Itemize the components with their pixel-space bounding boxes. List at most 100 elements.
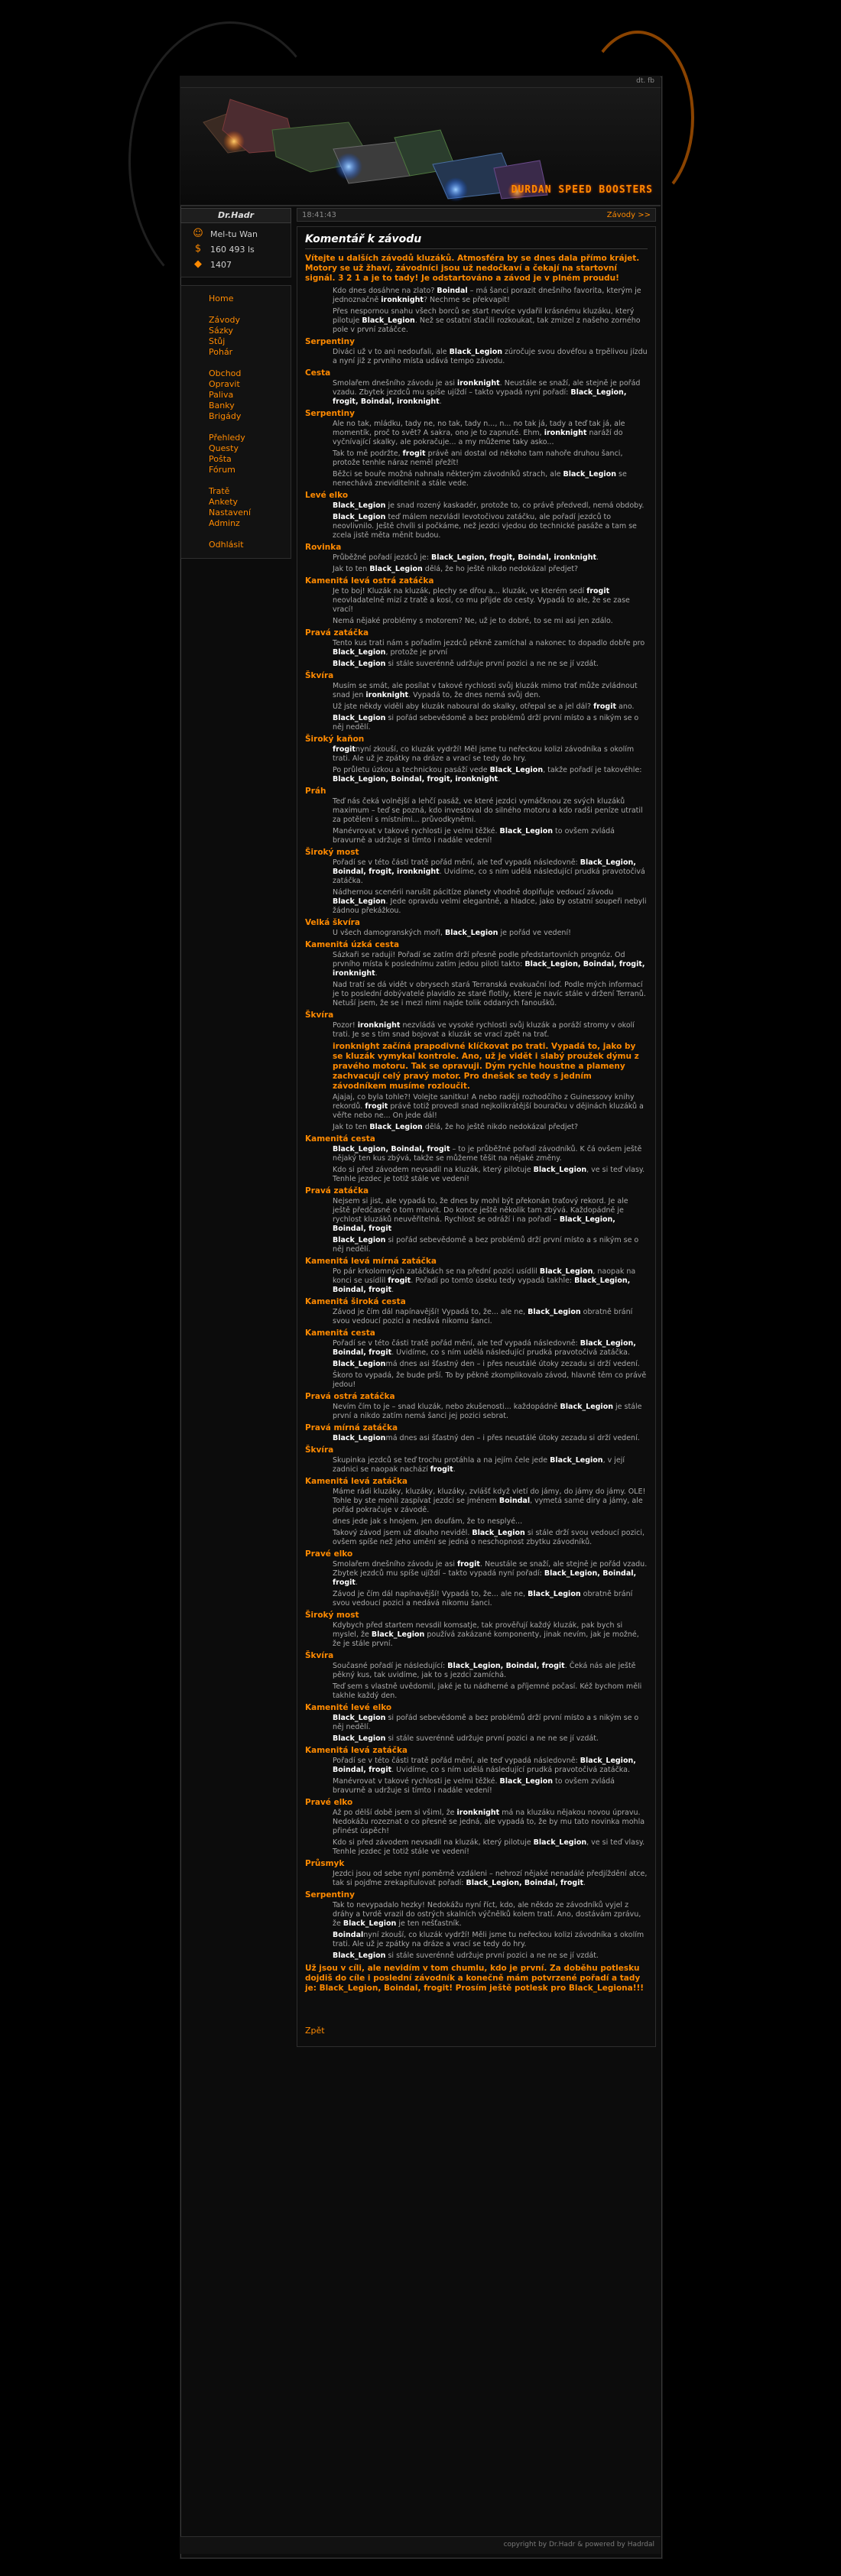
commentary-paragraph: Závod je čím dál napínavější! Vypadá to,… (333, 1308, 633, 1325)
commentary-paragraph: Tak to mě podržte, frogit právě ani dost… (333, 449, 623, 467)
intro-paragraphs: Kdo dnes dosáhne na zlato? Boindal – má … (305, 287, 648, 335)
track-section: Pravá zatáčka Tento kus trati nám s pořad… (305, 628, 648, 669)
menu-item-sazky[interactable]: Sázky (209, 326, 291, 336)
commentary-paragraph: Tento kus trati nám s pořadím jezdců pěk… (333, 639, 645, 657)
menu-item-opravit[interactable]: Opravit (209, 379, 291, 390)
track-section-name: Cesta (305, 368, 331, 378)
track-section: Kamenitá levá zatáčka Pořadí se v této čá… (305, 1746, 648, 1796)
stat-credits-value: 160 493 ls (210, 244, 255, 255)
page-title: Komentář k závodu (305, 233, 648, 249)
menu-item-odhlasit[interactable]: Odhlásit (209, 540, 291, 550)
track-section: Široký most Pořadí se v této části tratě … (305, 848, 648, 916)
track-section-name: Široký most (305, 848, 359, 857)
track-section-name: Škvíra (305, 1651, 334, 1660)
intro-paragraph: Kdo dnes dosáhne na zlato? Boindal – má … (333, 287, 641, 304)
track-section-name: Široký kaňon (305, 735, 365, 744)
track-section-name: Kamenitá cesta (305, 1329, 375, 1338)
commentary-paragraph: U všech damogranských mořl, Black_Legion… (333, 929, 571, 937)
commentary-paragraph: Black_Legion teď málem nezvládl levotoči… (333, 513, 637, 540)
track-section: Škvíra Musím se smát, ale posílat v takov… (305, 671, 648, 732)
menu-item-ankety[interactable]: Ankety (209, 497, 291, 508)
track-section: Serpentiny Ale no tak, mládku, tady ne, n… (305, 409, 648, 488)
track-section-name: Kamenitá úzká cesta (305, 940, 400, 949)
track-section: Škvíra Současné pořadí je následující: Bl… (305, 1651, 648, 1701)
menu-item-paliva[interactable]: Paliva (209, 390, 291, 401)
track-section-name: Kamenitá levá zatáčka (305, 1746, 408, 1755)
track-section: Kamenitá úzká cesta Sázkaři se raduji! Po… (305, 940, 648, 1008)
commentary-paragraph: Nemá nějaké problémy s motorem? Ne, už j… (333, 617, 613, 625)
menu-item-banky[interactable]: Banky (209, 401, 291, 411)
commentary-paragraph: Po průletu úzkou a technickou pasáží ved… (333, 766, 642, 784)
commentary-paragraph: Black_Legion, Boindal, frogit – to je pr… (333, 1145, 642, 1163)
menu-item-adminz[interactable]: Adminz (209, 518, 291, 529)
sidebar: Dr.Hadr ☺ Mel-tu Wan $160 493 ls ◆ 1407 Ho… (180, 208, 291, 559)
user-stats: ☺ Mel-tu Wan $160 493 ls ◆ 1407 (180, 223, 291, 277)
header-banner: dt. fb DURDAN SPEED BOOSTERS (180, 76, 661, 206)
footer: copyright by Dr.Hadr & powered by Hadrda… (180, 2536, 661, 2554)
menu-item-obchod[interactable]: Obchod (209, 368, 291, 379)
track-section: Práh Teď nás čeká volnější a lehčí pasáž,… (305, 787, 648, 845)
server-time: 18:41:43 (302, 210, 336, 219)
commentary-paragraph: Ale no tak, mládku, tady ne, no tak, tad… (333, 420, 625, 446)
menu-item-stuj[interactable]: Stůj (209, 336, 291, 347)
track-section: Pravé elko Smolařem dnešního závodu je as… (305, 1549, 648, 1608)
track-section: Kamenitá levá ostrá zatáčka Je to boj! Kl… (305, 576, 648, 626)
content-area: 18:41:43 Závody >> Komentář k závodu Vít… (297, 208, 656, 2047)
track-section-name: Škvíra (305, 1011, 334, 1020)
commentary-paragraph: Black_Legion si pořád sebevědomě a bez p… (333, 1714, 639, 1731)
track-section: Škvíra Skupinka jezdců se teď trochu prot… (305, 1445, 648, 1475)
commentary-paragraph: Teď sem s vlastně uvědomil, jaké je tu n… (333, 1682, 642, 1700)
menu-item-zavody[interactable]: Závody (209, 315, 291, 326)
commentary-paragraph: Black_Legionmá dnes asi šťastný den – i … (333, 1360, 640, 1368)
menu-item-pohar[interactable]: Pohár (209, 347, 291, 358)
menu-item-forum[interactable]: Fórum (209, 465, 291, 475)
menu-gap (209, 529, 291, 540)
menu-gap (209, 304, 291, 315)
commentary-paragraph: Sázkaři se raduji! Pořadí se zatím drží … (333, 951, 645, 978)
commentary-paragraph: Smolařem dnešního závodu je asi frogit. … (333, 1560, 648, 1587)
menu-item-posta[interactable]: Pošta (209, 454, 291, 465)
user-name: Dr.Hadr (180, 208, 291, 223)
commentary-paragraph: Závod je čím dál napínavější! Vypadá to,… (333, 1590, 633, 1608)
footer-copyright: copyright by Dr.Hadr & powered by Hadrda… (503, 2541, 654, 2548)
track-section: Kamenitá levá mírná zatáčka Po pár krkolo… (305, 1257, 648, 1295)
track-section: Kamenitá široká cesta Závod je čím dál na… (305, 1297, 648, 1326)
track-section-name: Pravá zatáčka (305, 628, 369, 638)
commentary-paragraph: Jak to ten Black_Legion dělá, že ho ješt… (333, 1123, 579, 1131)
menu-item-brigady[interactable]: Brigády (209, 411, 291, 422)
commentary-paragraph: Kdybych před startem nevsdil komsatje, t… (333, 1621, 639, 1648)
track-section: Pravá zatáčka Nejsem si jist, ale vypadá … (305, 1186, 648, 1254)
commentary-paragraph: Black_Legion si stále suverénně udržuje … (333, 1734, 599, 1743)
track-section: Široký kaňon frogitnyní zkouší, co kluzák… (305, 735, 648, 784)
menu-item-home[interactable]: Home (209, 294, 291, 304)
commentary-paragraph: Kdo si před závodem nevsadil na kluzák, … (333, 1166, 645, 1183)
menu-gap (209, 358, 291, 368)
stat-credits: $160 493 ls (192, 242, 284, 257)
track-section-name: Serpentiny (305, 337, 355, 346)
menu-item-prehledy[interactable]: Přehledy (209, 433, 291, 443)
track-section: Pravá mírná zatáčka Black_Legionmá dnes a… (305, 1423, 648, 1443)
track-section-name: Serpentiny (305, 409, 355, 418)
commentary-paragraph: Black_Legion je snad rozený kaskadér, pr… (333, 501, 645, 510)
commentary-paragraph: Ajajaj, co byla tohle?! Volejte sanitku!… (333, 1093, 644, 1120)
stat-pilot: ☺ Mel-tu Wan (192, 226, 284, 242)
site-logo[interactable]: DURDAN SPEED BOOSTERS (511, 184, 653, 196)
menu-item-nastaveni[interactable]: Nastavení (209, 508, 291, 518)
commentary-paragraph: Až po dělší době jsem si všiml, že ironk… (333, 1809, 645, 1835)
commentary-paragraph: Pozor! ironknight nezvládá ve vysoké ryc… (333, 1021, 635, 1039)
menu-item-trate[interactable]: Tratě (209, 486, 291, 497)
finish-text: Už jsou v cíli, ale nevidím v tom chumlu… (305, 1964, 645, 1993)
commentary-paragraph: Už jste někdy viděli aby kluzák naboural… (333, 702, 635, 711)
stat-fuel: ◆ 1407 (192, 257, 284, 272)
commentary-paragraph: Smolařem dnešního závodu je asi ironknig… (333, 379, 641, 406)
track-section-name: Kamenitá cesta (305, 1134, 375, 1144)
commentary-paragraph: Průběžné pořadí jezdců je: Black_Legion,… (333, 553, 599, 562)
commentary-paragraph: Musím se smát, ale posílat v takové rych… (333, 682, 638, 699)
breadcrumb-link[interactable]: Závody >> (607, 211, 651, 219)
track-section: Kamenitá levá zatáčka Máme rádi kluzáky, … (305, 1477, 648, 1547)
track-section: Kamenitá cesta Pořadí se v této části tra… (305, 1329, 648, 1390)
menu-item-questy[interactable]: Questy (209, 443, 291, 454)
back-link[interactable]: Zpět (305, 2026, 648, 2036)
commentary-sections: Serpentiny Diváci už v to ani nedoufali, … (305, 337, 648, 1961)
credits-icon: $ (194, 243, 202, 255)
